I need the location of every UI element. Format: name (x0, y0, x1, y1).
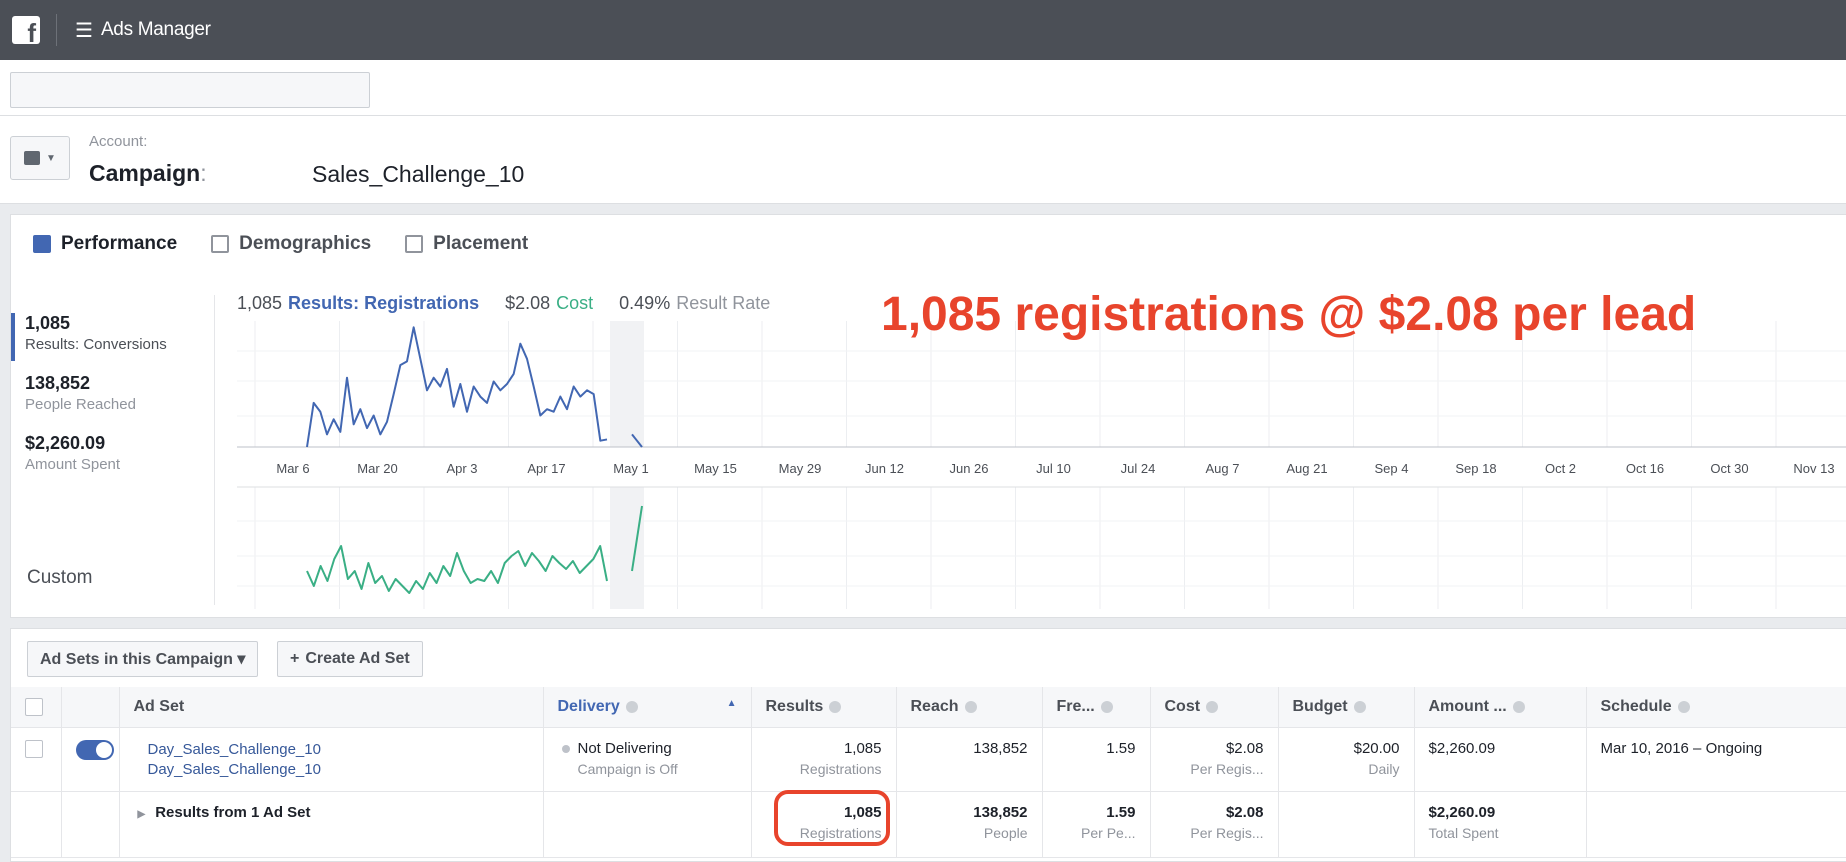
annotation-text: 1,085 registrations @ $2.08 per lead (881, 288, 1697, 341)
x-tick-label: Jun 12 (865, 461, 904, 476)
x-tick-label: Aug 21 (1286, 461, 1327, 476)
top-bar: f ☰ Ads Manager (0, 0, 1846, 60)
performance-chart: Mar 6 Mar 20 Apr 3 Apr 17 May 1 May 15 May 29 J… (237, 321, 1846, 609)
select-all-checkbox[interactable] (25, 697, 43, 716)
x-tick-label: May 15 (694, 461, 737, 476)
info-icon (829, 700, 842, 713)
bar-chart-icon (33, 235, 51, 253)
column-schedule[interactable]: Schedule (1586, 687, 1846, 728)
column-amount[interactable]: Amount ... (1414, 687, 1587, 728)
x-tick-label: Jul 10 (1036, 461, 1071, 476)
data-gap-band (610, 321, 644, 447)
info-icon (964, 700, 977, 713)
column-frequency[interactable]: Fre... (1042, 687, 1151, 728)
tab-performance[interactable]: Performance (33, 233, 177, 255)
info-icon (1353, 700, 1366, 713)
metrics-sidebar: 1,085 Results: Conversions 138,852 People … (11, 295, 215, 605)
adset-name-link-2[interactable]: Day_Sales_Challenge_10 (148, 760, 529, 780)
custom-metric-link[interactable]: Custom (27, 567, 92, 589)
tab-bar: Performance Demographics Placement (33, 233, 528, 255)
x-tick-label: May 1 (613, 461, 648, 476)
info-icon (625, 700, 638, 713)
data-gap-band (610, 487, 644, 609)
x-tick-label: Oct 30 (1710, 461, 1748, 476)
performance-panel: Performance Demographics Placement 1,085… (10, 214, 1846, 618)
menu-icon[interactable]: ☰ (75, 18, 93, 43)
x-tick-label: Sep 4 (1375, 461, 1409, 476)
plus-icon: + (290, 650, 300, 667)
tab-demographics[interactable]: Demographics (211, 233, 371, 255)
adsets-dropdown[interactable]: Ad Sets in this Campaign ▾ (27, 641, 259, 677)
search-input[interactable] (10, 72, 370, 108)
x-tick-label: Mar 20 (357, 461, 397, 476)
x-tick-label: Jul 24 (1121, 461, 1156, 476)
adset-name-link[interactable]: Day_Sales_Challenge_10 (148, 740, 529, 760)
metric-results[interactable]: 1,085 Results: Conversions (11, 313, 167, 361)
info-icon (1677, 700, 1690, 713)
campaign-label: Campaign: (89, 160, 207, 186)
column-budget[interactable]: Budget (1278, 687, 1415, 728)
metric-reach[interactable]: 138,852 People Reached (25, 373, 136, 413)
facebook-logo[interactable]: f (12, 16, 40, 46)
column-delivery[interactable]: Delivery ▲ (543, 687, 752, 728)
info-icon (1206, 700, 1219, 713)
create-adset-button[interactable]: + Create Ad Set (277, 641, 423, 677)
x-tick-label: Mar 6 (276, 461, 309, 476)
table-row[interactable]: Day_Sales_Challenge_10 Day_Sales_Challeng… (11, 727, 1846, 792)
highlight-circle (774, 790, 890, 846)
x-tick-label: Sep 18 (1455, 461, 1496, 476)
x-tick-label: Oct 16 (1626, 461, 1664, 476)
app-title[interactable]: Ads Manager (101, 19, 211, 41)
adsets-table: Ad Set Delivery ▲ Results Reach Fre... Co… (11, 687, 1846, 858)
tab-placement[interactable]: Placement (405, 233, 528, 255)
x-tick-label: Apr 17 (527, 461, 565, 476)
divider (56, 14, 57, 46)
chevron-down-icon: ▼ (46, 152, 56, 164)
adsets-panel: Ad Sets in this Campaign ▾ + Create Ad Se… (10, 628, 1846, 862)
chart-summary: 1,085 Results: Registrations $2.08 Cost 0.… (237, 293, 771, 313)
document-icon (24, 151, 41, 165)
results-series-line (306, 326, 608, 448)
adset-toggle[interactable] (75, 739, 114, 760)
metric-spent[interactable]: $2,260.09 Amount Spent (25, 433, 120, 473)
account-label: Account: (89, 133, 148, 150)
expand-icon[interactable]: ▶ (138, 809, 146, 820)
status-dot (561, 744, 570, 753)
x-tick-label: Aug 7 (1206, 461, 1240, 476)
campaign-selector-button[interactable]: ▼ (10, 136, 70, 180)
x-tick-label: Jun 26 (949, 461, 988, 476)
x-tick-label: Nov 13 (1793, 461, 1834, 476)
row-checkbox[interactable] (25, 739, 43, 758)
campaign-name: Sales_Challenge_10 (312, 161, 525, 187)
x-tick-label: Apr 3 (446, 461, 477, 476)
search-row (0, 60, 1846, 116)
column-adset[interactable]: Ad Set (119, 687, 544, 728)
column-results[interactable]: Results (751, 687, 897, 728)
x-tick-label: May 29 (779, 461, 822, 476)
x-tick-label: Oct 2 (1545, 461, 1576, 476)
campaign-header: ▼ Account: Campaign: Sales_Challenge_10 (0, 116, 1846, 204)
placement-icon (405, 235, 424, 253)
table-header-row: Ad Set Delivery ▲ Results Reach Fre... Co… (11, 687, 1846, 728)
sort-up-icon: ▲ (726, 697, 737, 709)
column-reach[interactable]: Reach (896, 687, 1043, 728)
column-cost[interactable]: Cost (1150, 687, 1279, 728)
info-icon (1512, 700, 1525, 713)
info-icon (1100, 700, 1113, 713)
people-icon (211, 235, 230, 253)
table-total-row: ▶ Results from 1 Ad Set 1,085 Registration… (11, 791, 1846, 858)
